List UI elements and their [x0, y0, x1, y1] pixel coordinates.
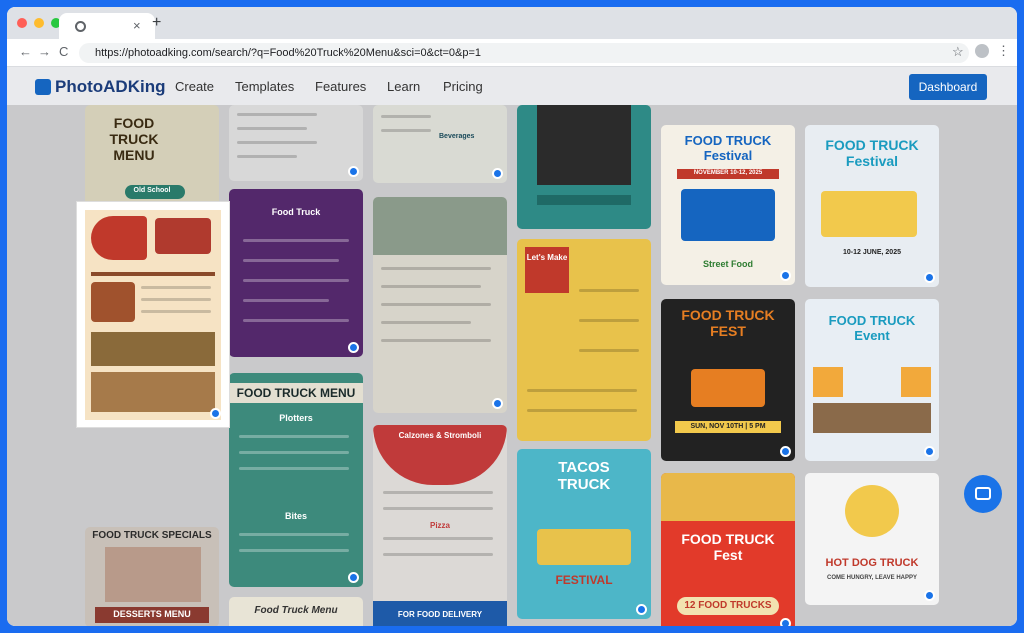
template-card-chalkboard[interactable] [517, 105, 651, 229]
card-title: Beverages [439, 133, 475, 140]
chat-icon [975, 487, 991, 500]
favorite-icon[interactable] [492, 168, 503, 179]
favorite-icon[interactable] [780, 618, 791, 626]
template-card-7[interactable]: Food Truck Menu [229, 597, 363, 626]
card-subtitle: Pizza [429, 521, 450, 530]
favorite-icon[interactable] [210, 408, 221, 419]
profile-avatar[interactable] [975, 44, 989, 58]
nav-learn[interactable]: Learn [387, 79, 420, 94]
card-title: FOOD TRUCK Festival [684, 133, 772, 163]
card-title: Let's Make [526, 253, 568, 262]
favorite-icon[interactable] [924, 446, 935, 457]
tab-strip: × + [7, 7, 1017, 39]
card-date: NOVEMBER 10-12, 2025 [693, 170, 763, 176]
template-card-truck-photo[interactable] [373, 197, 507, 413]
favorite-icon[interactable] [780, 446, 791, 457]
logo-text: PhotoADKing [55, 77, 166, 96]
logo-mark-icon [35, 79, 51, 95]
card-title: TACOS TRUCK [557, 459, 611, 493]
template-card-13[interactable]: FOOD TRUCK Fest 12 FOOD TRUCKS [661, 473, 795, 626]
browser-tab[interactable]: × [59, 13, 155, 39]
url-text: https://photoadking.com/search/?q=Food%2… [95, 47, 482, 59]
nav-create[interactable]: Create [175, 79, 214, 94]
card-title: Food Truck [271, 207, 321, 217]
template-card-12[interactable]: FOOD TRUCK FEST SUN, NOV 10TH | 5 PM [661, 299, 795, 461]
template-card-9[interactable]: Let's Make [517, 239, 651, 441]
card-title: Calzones & Stromboli [398, 431, 482, 440]
card-subtitle: DESSERTS MENU [113, 609, 191, 619]
minimize-window-button[interactable] [34, 18, 44, 28]
site-header: PhotoADKing Create Templates Features Le… [7, 67, 1017, 105]
close-tab-icon[interactable]: × [133, 18, 141, 33]
browser-menu-icon[interactable]: ⋮ [997, 43, 1010, 59]
template-card-11[interactable]: FOOD TRUCK Festival NOVEMBER 10-12, 2025… [661, 125, 795, 285]
card-subtitle: Plotters [279, 413, 313, 423]
browser-window: × + ← → C https://photoadking.com/search… [7, 7, 1017, 626]
card-subtitle: FESTIVAL [555, 573, 613, 587]
card-subtitle: Old School [133, 187, 171, 194]
template-card-5[interactable]: Food Truck [229, 189, 363, 357]
reload-button[interactable]: C [59, 44, 68, 59]
window-controls [17, 18, 61, 28]
card-title: FOOD TRUCK MENU [229, 383, 363, 403]
back-button[interactable]: ← [19, 44, 32, 59]
favorite-icon[interactable] [348, 572, 359, 583]
favorite-icon[interactable] [636, 604, 647, 615]
bookmark-star-icon[interactable]: ☆ [952, 44, 964, 60]
chat-support-button[interactable] [964, 475, 1002, 513]
template-card-6[interactable]: FOOD TRUCK MENU Plotters Bites [229, 373, 363, 587]
card-date: SUN, NOV 10TH | 5 PM [690, 423, 766, 430]
template-card-4[interactable]: Beverages [373, 105, 507, 183]
template-card-16[interactable]: HOT DOG TRUCK COME HUNGRY, LEAVE HAPPY [805, 473, 939, 605]
address-bar[interactable]: https://photoadking.com/search/?q=Food%2… [79, 43, 969, 63]
card-subtitle: COME HUNGRY, LEAVE HAPPY [826, 575, 917, 581]
card-title: FOOD TRUCK MENU [109, 115, 159, 163]
forward-button[interactable]: → [38, 44, 51, 59]
template-card-14[interactable]: FOOD TRUCK Festival 10-12 JUNE, 2025 [805, 125, 939, 287]
template-card-15[interactable]: FOOD TRUCK Event [805, 299, 939, 461]
favorite-icon[interactable] [492, 398, 503, 409]
card-title: FOOD TRUCK SPECIALS [92, 530, 212, 541]
nav-features[interactable]: Features [315, 79, 366, 94]
card-title: FOOD TRUCK FEST [681, 307, 775, 339]
card-subtitle: Street Food [702, 259, 753, 269]
card-title: Food Truck Menu [254, 605, 338, 616]
selected-template-card[interactable] [77, 202, 229, 427]
dashboard-button[interactable]: Dashboard [909, 74, 987, 100]
card-title: FOOD TRUCK Fest [681, 531, 775, 563]
template-card-3[interactable]: FOOD TRUCK SPECIALS DESSERTS MENU [85, 527, 219, 626]
favorite-icon[interactable] [924, 272, 935, 283]
template-card-10[interactable]: TACOS TRUCK FESTIVAL [517, 449, 651, 619]
template-card-2[interactable] [229, 105, 363, 181]
new-tab-button[interactable]: + [152, 14, 161, 32]
browser-toolbar: ← → C https://photoadking.com/search/?q=… [7, 39, 1017, 67]
favorite-icon[interactable] [348, 166, 359, 177]
favorite-icon[interactable] [780, 270, 791, 281]
card-subtitle-2: Bites [284, 511, 307, 521]
chrome-icon [75, 21, 86, 32]
template-card-8[interactable]: Calzones & Stromboli Pizza FOR FOOD DELI… [373, 425, 507, 626]
card-title: FOOD TRUCK Festival [825, 137, 919, 169]
photoadking-logo[interactable]: PhotoADKing [35, 77, 165, 97]
nav-templates[interactable]: Templates [235, 79, 294, 94]
card-date: 10-12 JUNE, 2025 [843, 249, 901, 256]
card-footer: FOR FOOD DELIVERY [397, 610, 483, 619]
card-title: HOT DOG TRUCK [825, 557, 919, 569]
favorite-icon[interactable] [924, 590, 935, 601]
card-subtitle: 12 FOOD TRUCKS [684, 600, 772, 611]
favorite-icon[interactable] [348, 342, 359, 353]
close-window-button[interactable] [17, 18, 27, 28]
nav-pricing[interactable]: Pricing [443, 79, 483, 94]
card-title: FOOD TRUCK Event [828, 313, 916, 343]
